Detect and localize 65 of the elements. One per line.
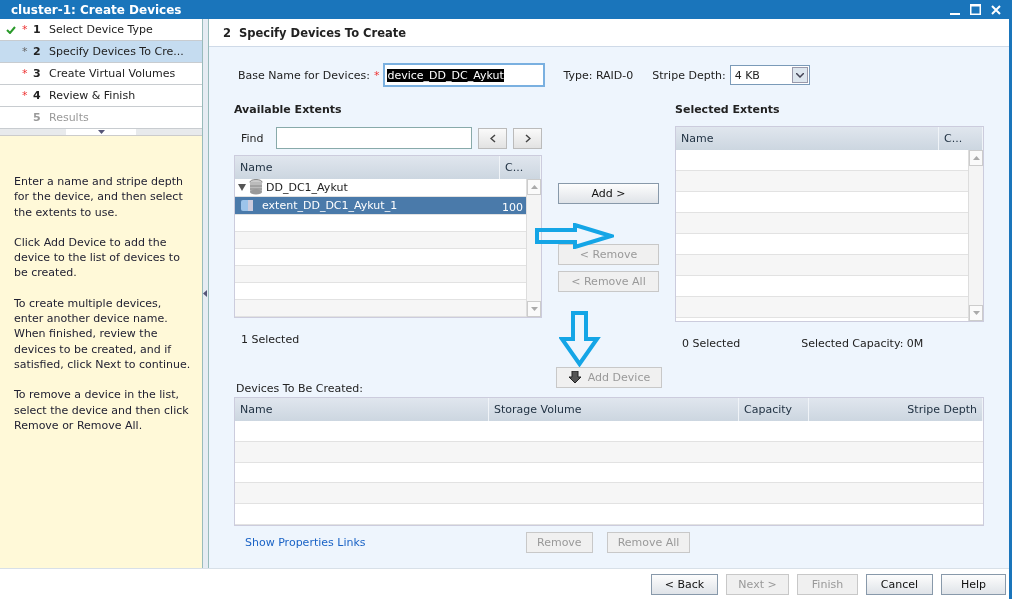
step-label: Review & Finish xyxy=(49,89,136,102)
tree-label: extent_DD_DC1_Aykut_1 xyxy=(262,198,398,212)
wizard-button[interactable]: Help xyxy=(941,573,1006,595)
down-arrow-icon xyxy=(559,311,601,367)
scroll-down-icon[interactable] xyxy=(530,307,538,311)
help-text: To remove a device in the list, select the device and then click Remove or Remove All. xyxy=(14,387,190,434)
collapse-handle[interactable] xyxy=(66,129,136,135)
next-button[interactable] xyxy=(513,127,542,149)
required-mark: * xyxy=(22,23,28,36)
required-mark: * xyxy=(22,45,28,58)
required-mark: * xyxy=(373,68,380,82)
section-title: Devices To Be Created: xyxy=(235,382,364,396)
close-icon[interactable] xyxy=(991,4,1001,15)
disk-stack-icon xyxy=(249,179,263,196)
wizard-button[interactable]: Cancel xyxy=(866,573,933,595)
stripe-depth-select[interactable]: 4 KB xyxy=(729,65,810,85)
step-label: Create Virtual Volumes xyxy=(49,67,176,80)
type-text: Type: RAID-0 xyxy=(563,68,634,82)
capacity-cell-text: 100 xyxy=(502,199,523,214)
window-title: cluster-1: Create Devices xyxy=(11,2,182,17)
expand-icon[interactable] xyxy=(238,183,246,192)
field-label: Stripe Depth: xyxy=(652,68,726,82)
right-arrow-icon xyxy=(535,223,614,249)
required-mark: * xyxy=(22,89,28,102)
base-name-field[interactable]: device_DD_DC_Aykut xyxy=(383,63,546,87)
section-title: Selected Extents xyxy=(675,103,781,118)
splitter-arrow-icon[interactable] xyxy=(203,290,207,297)
tree-label: DD_DC1_Aykut xyxy=(266,180,348,194)
previous-button[interactable] xyxy=(478,127,508,149)
chevron-right-icon xyxy=(524,133,531,143)
cylinder-icon xyxy=(240,197,254,213)
help-text: Enter a name and stripe depth for the device, and then select the extents to use. xyxy=(14,174,185,220)
chevron-left-icon xyxy=(489,133,496,143)
find-field[interactable] xyxy=(275,127,473,149)
down-arrow-icon xyxy=(567,371,582,384)
scroll-up-icon[interactable] xyxy=(972,156,980,160)
step-label: Select Device Type xyxy=(49,23,153,36)
selection-count: 1 Selected xyxy=(241,332,300,346)
step-number: 4 xyxy=(33,89,42,102)
step-number: 1 xyxy=(33,23,42,36)
step-number: 5 xyxy=(33,111,42,124)
scroll-up-icon[interactable] xyxy=(530,185,538,189)
transfer-button[interactable]: Add > xyxy=(558,183,659,204)
help-text: To create multiple devices, enter another device name. When finished, review the devices to be created, and if satisfied, click Next to continue. xyxy=(14,295,192,373)
properties-link[interactable]: Show Properties Links xyxy=(234,535,526,549)
required-mark: * xyxy=(22,67,28,80)
help-text: Click Add Device to add the device to the list of devices to be created. xyxy=(14,234,181,281)
maximize-icon[interactable] xyxy=(970,4,981,15)
scroll-down-icon[interactable] xyxy=(972,311,980,315)
tree-row[interactable]: DD_DC1_Aykut xyxy=(235,179,526,197)
scrollbar[interactable] xyxy=(968,150,983,321)
step-label: Results xyxy=(49,111,89,124)
scrollbar[interactable] xyxy=(526,179,541,317)
wizard-button[interactable]: < Back xyxy=(651,573,718,595)
chevron-down-icon xyxy=(795,72,804,78)
field-label: Base Name for Devices: xyxy=(238,68,370,82)
capacity-text: Selected Capacity: 0M xyxy=(801,336,924,350)
wizard-step[interactable]: * 2 Specify Devices To Cre... xyxy=(0,41,202,63)
section-title: Available Extents xyxy=(234,103,343,118)
step-label: Specify Devices To Cre... xyxy=(49,45,184,58)
page-title: 2 Specify Devices To Create xyxy=(223,25,407,40)
field-label: Find xyxy=(241,131,264,145)
step-number: 3 xyxy=(33,67,42,80)
selection-count: 0 Selected xyxy=(682,336,741,350)
step-number: 2 xyxy=(33,45,42,58)
